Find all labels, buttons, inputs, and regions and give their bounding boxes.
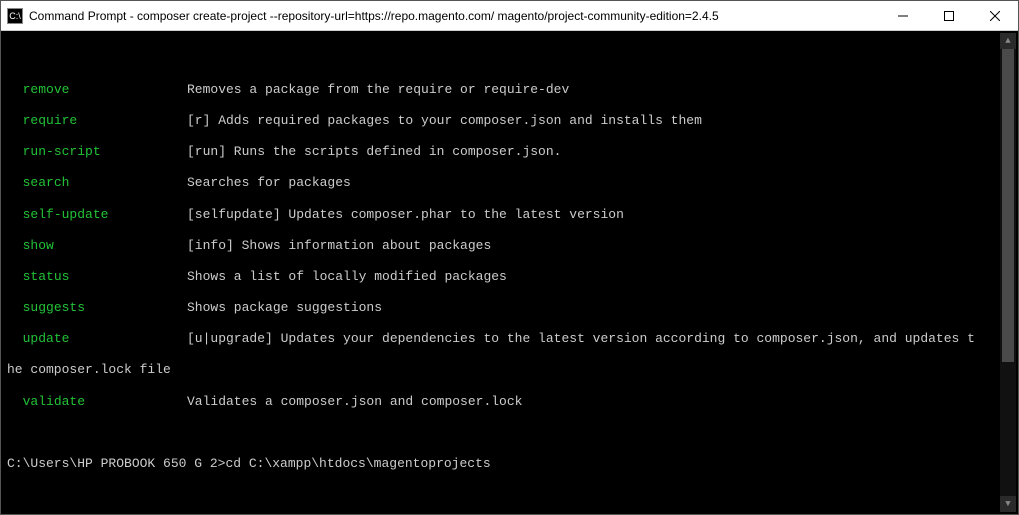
help-cmd: search	[23, 175, 70, 190]
entered-command: cd C:\xampp\htdocs\magentoprojects	[225, 456, 490, 471]
help-desc: [selfupdate] Updates composer.phar to th…	[187, 207, 624, 222]
command-prompt-window: C:\ Command Prompt - composer create-pro…	[0, 0, 1019, 515]
window-title: Command Prompt - composer create-project…	[29, 9, 880, 23]
update-wrap: he composer.lock file	[7, 362, 171, 377]
help-cmd: self-update	[23, 207, 109, 222]
help-cmd: remove	[23, 82, 70, 97]
close-button[interactable]	[972, 1, 1018, 30]
scroll-down-button[interactable]: ▼	[1000, 496, 1016, 512]
maximize-button[interactable]	[926, 1, 972, 30]
titlebar[interactable]: C:\ Command Prompt - composer create-pro…	[1, 1, 1018, 31]
minimize-button[interactable]	[880, 1, 926, 30]
prompt-path: C:\Users\HP PROBOOK 650 G 2>	[7, 456, 225, 471]
window-controls	[880, 1, 1018, 30]
help-cmd: show	[23, 238, 54, 253]
cmd-icon: C:\	[7, 8, 23, 24]
help-desc: [u|upgrade] Updates your dependencies to…	[187, 331, 975, 346]
help-desc: Shows a list of locally modified package…	[187, 269, 507, 284]
help-cmd: run-script	[23, 144, 101, 159]
help-desc: Searches for packages	[187, 175, 351, 190]
help-cmd: require	[23, 113, 78, 128]
help-desc: Removes a package from the require or re…	[187, 82, 569, 97]
scroll-up-button[interactable]: ▲	[1000, 33, 1016, 49]
terminal-area[interactable]: remove Removes a package from the require…	[1, 31, 1018, 514]
help-desc: [r] Adds required packages to your compo…	[187, 113, 702, 128]
scroll-thumb[interactable]	[1002, 49, 1014, 362]
help-cmd: suggests	[23, 300, 85, 315]
help-cmd: update	[23, 331, 70, 346]
help-desc: Validates a composer.json and composer.l…	[187, 394, 522, 409]
help-desc: Shows package suggestions	[187, 300, 382, 315]
vertical-scrollbar[interactable]: ▲ ▼	[1000, 33, 1016, 512]
help-desc: [run] Runs the scripts defined in compos…	[187, 144, 561, 159]
help-desc: [info] Shows information about packages	[187, 238, 491, 253]
help-cmd: validate	[23, 394, 85, 409]
help-cmd: status	[23, 269, 70, 284]
scroll-track[interactable]	[1000, 49, 1016, 496]
